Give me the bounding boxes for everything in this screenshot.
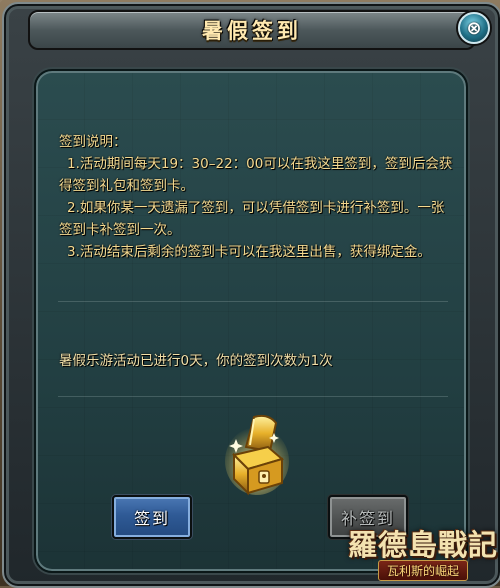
instructions-heading: 签到说明： bbox=[59, 134, 127, 150]
dialog-title: 暑假签到 bbox=[202, 19, 302, 43]
sign-in-button[interactable]: 签到 bbox=[112, 495, 192, 539]
instructions-block: 签到说明： 1.活动期间每天19：30–22：00可以在我这里签到，签到后会获得… bbox=[59, 131, 454, 263]
divider-line bbox=[58, 396, 448, 397]
divider-line bbox=[58, 301, 448, 302]
checkin-status-text: 暑假乐游活动已进行0天，你的签到次数为1次 bbox=[59, 353, 333, 369]
close-icon: ⊗ bbox=[466, 17, 482, 39]
instruction-item-1: 1.活动期间每天19：30–22：00可以在我这里签到，签到后会获得签到礼包和签… bbox=[59, 156, 453, 194]
logo-subtitle: 瓦利斯的崛起 bbox=[377, 559, 468, 581]
logo-title: 羅德島戰記 bbox=[348, 527, 499, 562]
instruction-item-3: 3.活动结束后剩余的签到卡可以在我这里出售，获得绑定金。 bbox=[67, 244, 431, 260]
instruction-item-2: 2.如果你某一天遗漏了签到，可以凭借签到卡进行补签到。一张签到卡补签到一次。 bbox=[59, 200, 445, 238]
close-button[interactable]: ⊗ bbox=[458, 12, 490, 44]
game-logo: 羅德島戰記 瓦利斯的崛起 bbox=[348, 518, 498, 584]
treasure-chest-icon bbox=[225, 414, 289, 496]
dialog-window: 暑假签到 ⊗ 签到说明： 1.活动期间每天19：30–22：00可以在我这里签到… bbox=[2, 2, 500, 588]
content-panel: 签到说明： 1.活动期间每天19：30–22：00可以在我这里签到，签到后会获得… bbox=[34, 69, 468, 573]
title-bar: 暑假签到 bbox=[28, 10, 476, 50]
